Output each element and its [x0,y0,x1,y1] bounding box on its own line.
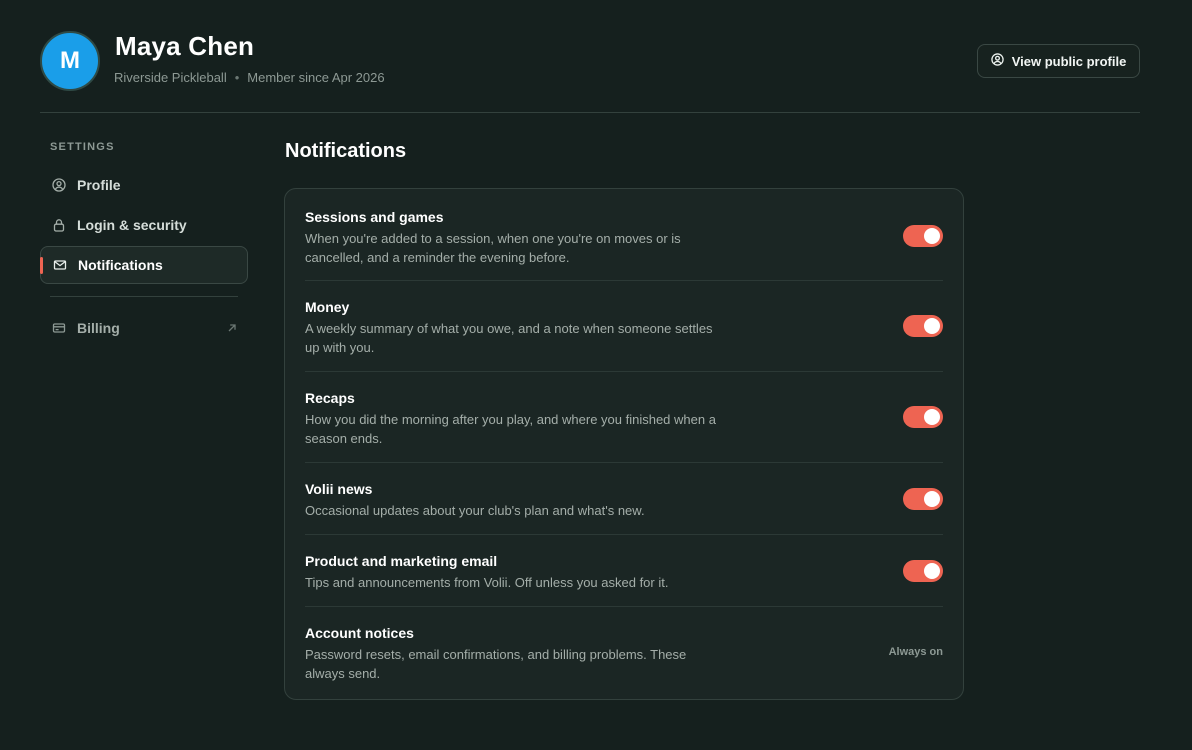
row-description: Password resets, email confirmations, an… [305,647,687,681]
club-name: Riverside Pickleball [114,70,227,85]
lock-icon [52,218,66,232]
notification-row-account-notices: Account notices Password resets, email c… [305,625,943,685]
sidebar-item-label: Notifications [78,257,163,273]
recaps-toggle[interactable] [903,406,943,428]
row-title: Account notices [305,625,414,641]
toggle-knob [924,228,940,244]
member-since: Member since Apr 2026 [247,70,385,85]
sidebar-item-label: Login & security [77,217,187,233]
row-description: Occasional updates about your club's pla… [305,503,645,518]
row-title: Money [305,299,350,315]
notification-row-recaps: Recaps How you did the morning after you… [305,390,943,463]
external-link-icon [226,321,238,337]
row-title: Sessions and games [305,209,444,225]
meta-separator: • [234,70,240,85]
user-circle-icon [990,53,1012,69]
page-title: Notifications [285,140,407,162]
profile-header: M Maya Chen Riverside Pickleball • Membe… [40,30,1140,113]
notification-row-money: Money A weekly summary of what you owe, … [305,299,943,372]
always-on-badge: Always on [888,646,943,658]
toggle-knob [924,409,940,425]
row-description: How you did the morning after you play, … [305,412,716,446]
sidebar-item-notifications[interactable]: Notifications [40,246,248,284]
mail-icon [53,258,67,272]
notification-row-marketing: Product and marketing email Tips and ann… [305,553,943,607]
view-public-profile-label: View public profile [1011,53,1127,69]
sidebar-item-billing[interactable]: Billing [40,309,248,347]
settings-page: M Maya Chen Riverside Pickleball • Membe… [0,0,1192,750]
avatar: M [40,31,100,91]
row-title: Product and marketing email [305,553,498,569]
user-name: Maya Chen [115,31,255,61]
user-meta: Riverside Pickleball • Member since Apr … [114,70,385,85]
sidebar-item-login-security[interactable]: Login & security [40,206,248,244]
sidebar-divider [50,296,238,297]
toggle-knob [924,563,940,579]
view-public-profile-button[interactable]: View public profile [977,44,1140,78]
notifications-card: Sessions and games When you're added to … [284,188,964,700]
row-description: A weekly summary of what you owe, and a … [305,321,713,355]
sidebar-item-label: Profile [77,177,121,193]
sessions-toggle[interactable] [903,225,943,247]
sidebar-heading: SETTINGS [50,141,115,153]
row-title: Volii news [305,481,373,497]
row-description: When you're added to a session, when one… [305,231,681,265]
sidebar-item-label: Billing [77,320,120,336]
notification-row-volii-news: Volii news Occasional updates about your… [305,481,943,535]
money-toggle[interactable] [903,315,943,337]
marketing-toggle[interactable] [903,560,943,582]
toggle-knob [924,491,940,507]
notification-row-sessions: Sessions and games When you're added to … [305,209,943,281]
user-circle-icon [52,178,66,192]
row-title: Recaps [305,390,355,406]
volii-news-toggle[interactable] [903,488,943,510]
sidebar-item-profile[interactable]: Profile [40,166,248,204]
card-icon [52,321,66,335]
toggle-knob [924,318,940,334]
row-description: Tips and announcements from Volii. Off u… [305,575,669,590]
